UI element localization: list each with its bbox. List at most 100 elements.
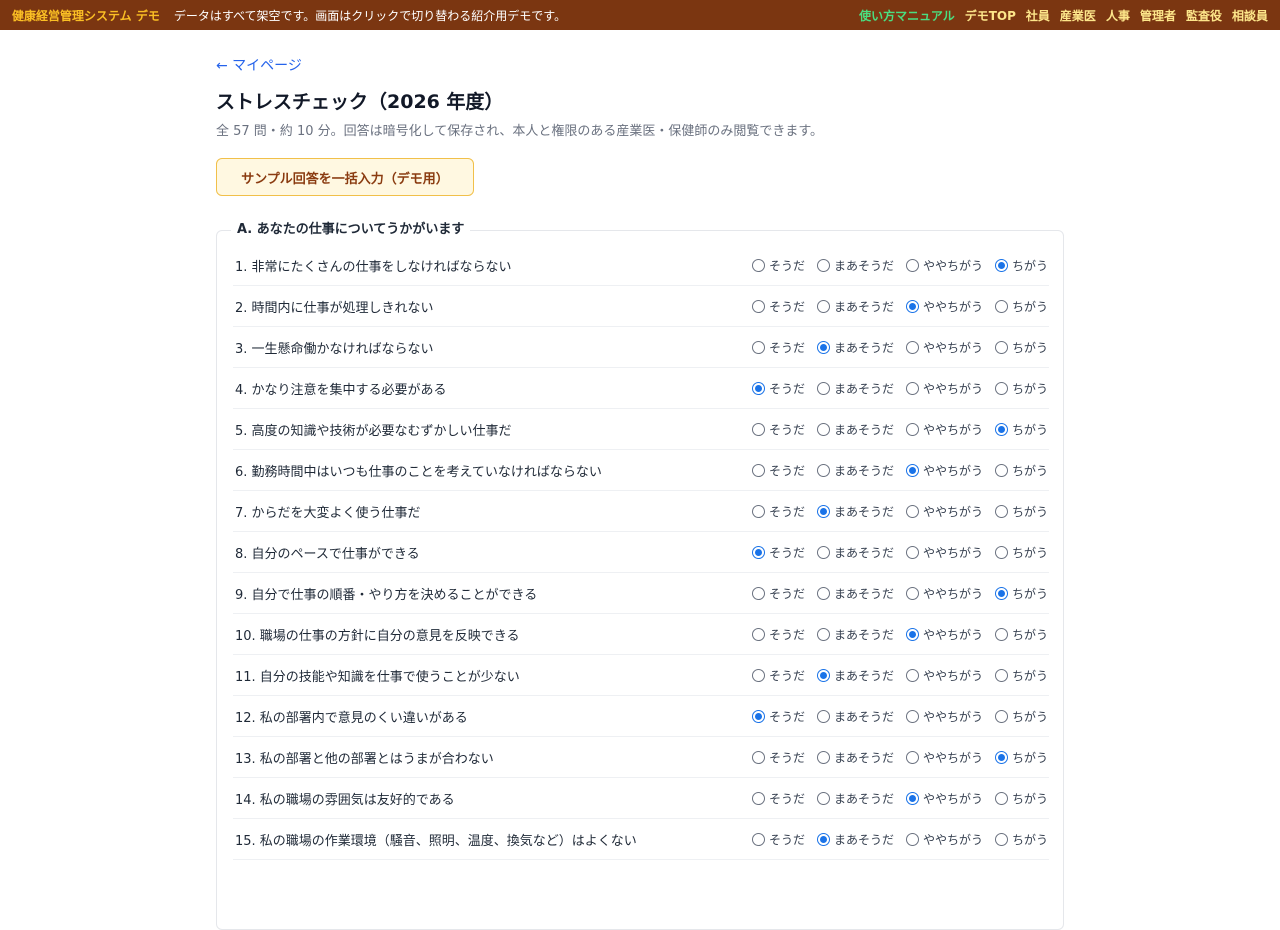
answer-option-maa-sou-da[interactable]: まあそうだ: [816, 626, 894, 643]
radio-button[interactable]: [905, 586, 919, 600]
answer-option-chigau[interactable]: ちがう: [994, 503, 1048, 520]
radio-button[interactable]: [994, 668, 1008, 682]
radio-button[interactable]: [994, 340, 1008, 354]
answer-option-sou-da[interactable]: そうだ: [751, 380, 805, 397]
answer-option-maa-sou-da[interactable]: まあそうだ: [816, 257, 894, 274]
answer-option-sou-da[interactable]: そうだ: [751, 749, 805, 766]
radio-button[interactable]: [816, 422, 830, 436]
answer-option-yaya-chigau[interactable]: ややちがう: [905, 749, 983, 766]
radio-button[interactable]: [816, 258, 830, 272]
answer-option-maa-sou-da[interactable]: まあそうだ: [816, 421, 894, 438]
answer-option-chigau[interactable]: ちがう: [994, 339, 1048, 356]
answer-option-chigau[interactable]: ちがう: [994, 421, 1048, 438]
radio-button[interactable]: [905, 463, 919, 477]
radio-button[interactable]: [816, 299, 830, 313]
answer-option-chigau[interactable]: ちがう: [994, 462, 1048, 479]
radio-button[interactable]: [816, 504, 830, 518]
answer-option-chigau[interactable]: ちがう: [994, 544, 1048, 561]
radio-button[interactable]: [751, 545, 765, 559]
radio-button[interactable]: [905, 668, 919, 682]
answer-option-chigau[interactable]: ちがう: [994, 708, 1048, 725]
answer-option-chigau[interactable]: ちがう: [994, 790, 1048, 807]
answer-option-sou-da[interactable]: そうだ: [751, 626, 805, 643]
answer-option-sou-da[interactable]: そうだ: [751, 421, 805, 438]
answer-option-yaya-chigau[interactable]: ややちがう: [905, 667, 983, 684]
radio-button[interactable]: [994, 709, 1008, 723]
radio-button[interactable]: [751, 586, 765, 600]
answer-option-maa-sou-da[interactable]: まあそうだ: [816, 831, 894, 848]
radio-button[interactable]: [994, 586, 1008, 600]
radio-button[interactable]: [816, 668, 830, 682]
radio-button[interactable]: [751, 258, 765, 272]
radio-button[interactable]: [994, 832, 1008, 846]
radio-button[interactable]: [994, 463, 1008, 477]
answer-option-yaya-chigau[interactable]: ややちがう: [905, 462, 983, 479]
nav-link-occupational-physician[interactable]: 産業医: [1060, 7, 1096, 24]
radio-button[interactable]: [994, 545, 1008, 559]
radio-button[interactable]: [816, 463, 830, 477]
answer-option-maa-sou-da[interactable]: まあそうだ: [816, 298, 894, 315]
radio-button[interactable]: [751, 627, 765, 641]
answer-option-maa-sou-da[interactable]: まあそうだ: [816, 503, 894, 520]
radio-button[interactable]: [816, 627, 830, 641]
answer-option-maa-sou-da[interactable]: まあそうだ: [816, 462, 894, 479]
answer-option-sou-da[interactable]: そうだ: [751, 790, 805, 807]
radio-button[interactable]: [751, 463, 765, 477]
answer-option-chigau[interactable]: ちがう: [994, 626, 1048, 643]
sample-answer-fill-button[interactable]: サンプル回答を一括入力（デモ用）: [216, 158, 474, 196]
radio-button[interactable]: [816, 545, 830, 559]
radio-button[interactable]: [751, 299, 765, 313]
radio-button[interactable]: [816, 709, 830, 723]
nav-link-counselor[interactable]: 相談員: [1232, 7, 1268, 24]
answer-option-maa-sou-da[interactable]: まあそうだ: [816, 544, 894, 561]
answer-option-chigau[interactable]: ちがう: [994, 257, 1048, 274]
radio-button[interactable]: [751, 340, 765, 354]
radio-button[interactable]: [905, 504, 919, 518]
radio-button[interactable]: [751, 668, 765, 682]
answer-option-yaya-chigau[interactable]: ややちがう: [905, 544, 983, 561]
answer-option-yaya-chigau[interactable]: ややちがう: [905, 626, 983, 643]
radio-button[interactable]: [816, 586, 830, 600]
answer-option-sou-da[interactable]: そうだ: [751, 503, 805, 520]
radio-button[interactable]: [816, 381, 830, 395]
radio-button[interactable]: [905, 545, 919, 559]
radio-button[interactable]: [905, 709, 919, 723]
answer-option-yaya-chigau[interactable]: ややちがう: [905, 257, 983, 274]
answer-option-chigau[interactable]: ちがう: [994, 749, 1048, 766]
nav-link-hr[interactable]: 人事: [1106, 7, 1130, 24]
radio-button[interactable]: [994, 504, 1008, 518]
radio-button[interactable]: [905, 340, 919, 354]
radio-button[interactable]: [751, 750, 765, 764]
answer-option-yaya-chigau[interactable]: ややちがう: [905, 790, 983, 807]
nav-link-demo-top[interactable]: デモTOP: [965, 7, 1016, 24]
answer-option-yaya-chigau[interactable]: ややちがう: [905, 380, 983, 397]
radio-button[interactable]: [905, 791, 919, 805]
nav-link-auditor[interactable]: 監査役: [1186, 7, 1222, 24]
answer-option-sou-da[interactable]: そうだ: [751, 257, 805, 274]
radio-button[interactable]: [751, 709, 765, 723]
answer-option-maa-sou-da[interactable]: まあそうだ: [816, 790, 894, 807]
radio-button[interactable]: [905, 299, 919, 313]
answer-option-sou-da[interactable]: そうだ: [751, 831, 805, 848]
answer-option-sou-da[interactable]: そうだ: [751, 339, 805, 356]
nav-link-employee[interactable]: 社員: [1026, 7, 1050, 24]
radio-button[interactable]: [905, 381, 919, 395]
radio-button[interactable]: [994, 422, 1008, 436]
radio-button[interactable]: [751, 381, 765, 395]
answer-option-yaya-chigau[interactable]: ややちがう: [905, 298, 983, 315]
answer-option-maa-sou-da[interactable]: まあそうだ: [816, 585, 894, 602]
radio-button[interactable]: [994, 381, 1008, 395]
radio-button[interactable]: [816, 791, 830, 805]
answer-option-maa-sou-da[interactable]: まあそうだ: [816, 749, 894, 766]
radio-button[interactable]: [994, 750, 1008, 764]
answer-option-chigau[interactable]: ちがう: [994, 667, 1048, 684]
radio-button[interactable]: [994, 258, 1008, 272]
radio-button[interactable]: [905, 627, 919, 641]
nav-link-manual[interactable]: 使い方マニュアル: [859, 7, 955, 24]
radio-button[interactable]: [994, 791, 1008, 805]
radio-button[interactable]: [816, 750, 830, 764]
radio-button[interactable]: [905, 258, 919, 272]
answer-option-chigau[interactable]: ちがう: [994, 298, 1048, 315]
answer-option-yaya-chigau[interactable]: ややちがう: [905, 831, 983, 848]
answer-option-yaya-chigau[interactable]: ややちがう: [905, 339, 983, 356]
